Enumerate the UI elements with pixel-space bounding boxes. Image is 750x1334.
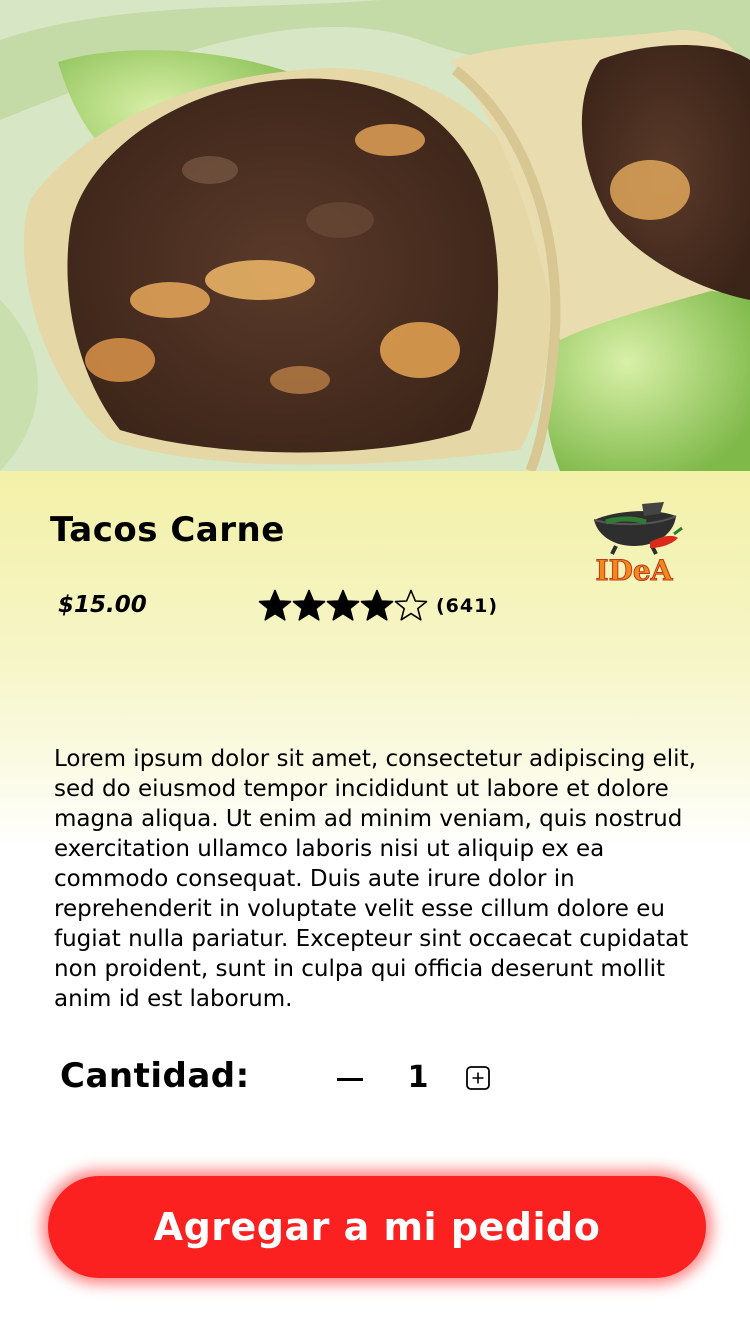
add-to-order-button[interactable]: Agregar a mi pedido	[48, 1176, 706, 1278]
product-description: Lorem ipsum dolor sit amet, consectetur …	[54, 746, 696, 1012]
star-filled-icon	[258, 589, 292, 621]
quantity-label: Cantidad:	[60, 1056, 250, 1096]
brand-logo: IDeA	[586, 500, 686, 588]
molcajete-icon: IDeA	[593, 502, 683, 588]
plus-square-icon	[466, 1066, 490, 1090]
star-rating: (641)	[258, 586, 498, 626]
increase-quantity-button[interactable]	[466, 1066, 490, 1090]
star-empty-icon	[394, 589, 428, 621]
product-price: $15.00	[58, 592, 147, 618]
rating-stars	[258, 589, 428, 623]
star-filled-icon	[292, 589, 326, 621]
minus-icon	[337, 1077, 363, 1081]
product-title: Tacos Carne	[50, 510, 285, 550]
product-photo	[0, 0, 750, 471]
star-filled-icon	[360, 589, 394, 621]
svg-text:IDeA: IDeA	[596, 554, 674, 584]
rating-count: (641)	[436, 595, 499, 617]
quantity-value: 1	[407, 1060, 429, 1095]
star-filled-icon	[326, 589, 360, 621]
decrease-quantity-button[interactable]	[332, 1062, 368, 1096]
